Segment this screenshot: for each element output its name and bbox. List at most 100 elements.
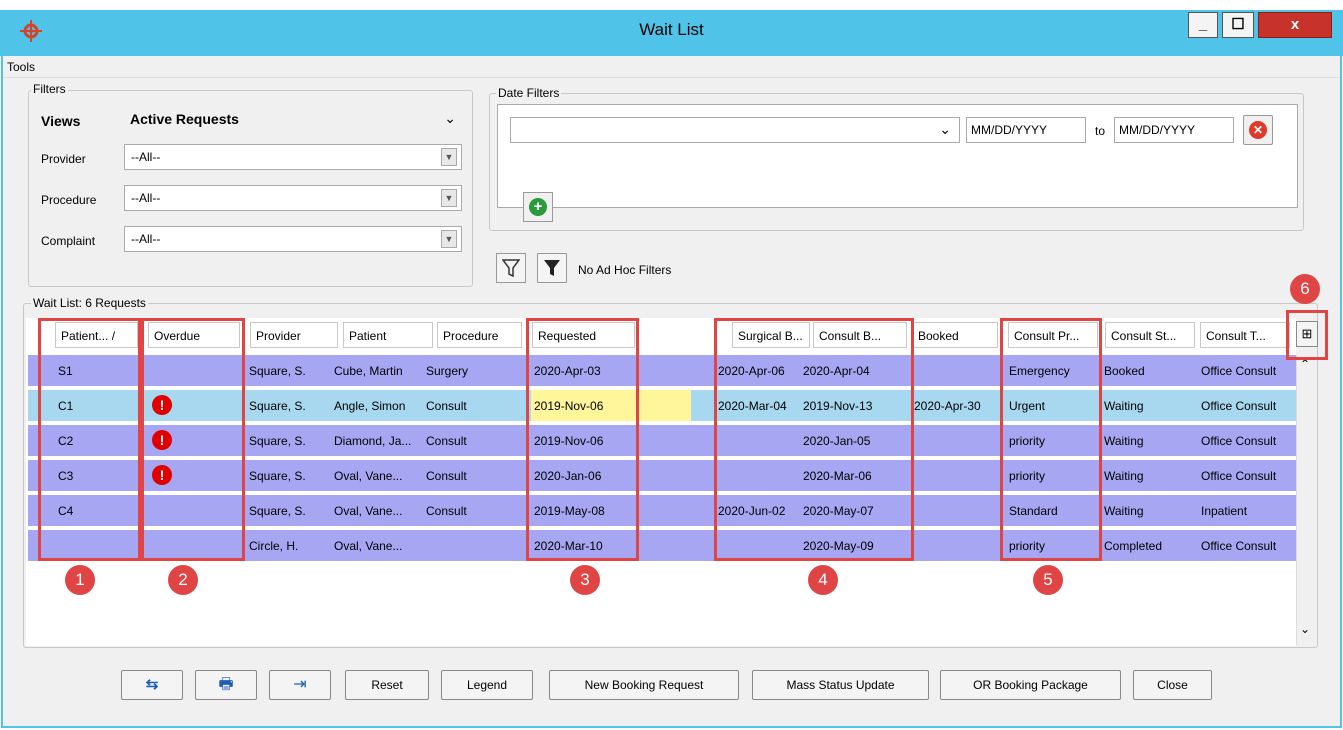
- menu-bar: [3, 56, 1340, 78]
- cell-patient: Oval, Vane...: [334, 504, 403, 518]
- column-header-procedure[interactable]: Procedure: [437, 322, 522, 348]
- cell-procedure: Consult: [426, 504, 467, 518]
- cell-booked: [911, 460, 1001, 491]
- new-booking-request-button[interactable]: New Booking Request: [549, 670, 739, 700]
- complaint-select[interactable]: --All-- ▼: [124, 226, 462, 252]
- waitlist-count-label: Wait List: 6 Requests: [31, 296, 148, 310]
- plus-icon: +: [529, 198, 547, 216]
- annotation-badge-1: 1: [65, 565, 95, 595]
- adhoc-filter-status: No Ad Hoc Filters: [578, 263, 672, 277]
- cell-provider: Square, S.: [249, 364, 306, 378]
- vertical-scrollbar[interactable]: [1296, 355, 1316, 645]
- cell-patient: Oval, Vane...: [334, 469, 403, 483]
- cell-provider: Circle, H.: [249, 539, 299, 553]
- window-title: Wait List: [639, 20, 704, 39]
- annotation-box-6: [1286, 310, 1328, 360]
- maximize-button[interactable]: ☐: [1222, 12, 1254, 38]
- cell-consult-type: Office Consult: [1201, 364, 1277, 378]
- export-button[interactable]: ⇥: [269, 670, 331, 700]
- close-window-button[interactable]: x: [1258, 12, 1332, 38]
- legend-button[interactable]: Legend: [441, 670, 533, 700]
- cell-consult-status: Waiting: [1104, 469, 1144, 483]
- chevron-down-icon: ⌄: [939, 121, 951, 137]
- cell-booked: [911, 530, 1001, 561]
- cell-consult-type: Office Consult: [1201, 434, 1277, 448]
- date-to-label: to: [1095, 124, 1106, 138]
- column-header-patient[interactable]: Patient: [343, 322, 433, 348]
- date-range-select[interactable]: ⌄: [510, 117, 960, 143]
- annotation-badge-2: 2: [168, 565, 198, 595]
- cell-consult-type: Office Consult: [1201, 539, 1277, 553]
- complaint-select-value: --All--: [131, 232, 161, 246]
- cell-consult-status: Waiting: [1104, 504, 1144, 518]
- dropdown-arrow-icon: ▼: [441, 148, 457, 166]
- column-header-consult-type[interactable]: Consult T...: [1200, 322, 1290, 348]
- annotation-box-1: [38, 318, 141, 561]
- annotation-badge-4: 4: [808, 565, 838, 595]
- clear-date-button[interactable]: ✕: [1243, 115, 1273, 145]
- cell-consult-type: Office Consult: [1201, 469, 1277, 483]
- cell-provider: Square, S.: [249, 469, 306, 483]
- column-header-booked[interactable]: Booked: [912, 322, 998, 348]
- cell-procedure: Consult: [426, 399, 467, 413]
- filter-solid-button[interactable]: [537, 253, 567, 283]
- filter-solid-icon: [544, 260, 560, 276]
- clear-x-icon: ✕: [1249, 121, 1267, 139]
- dropdown-arrow-icon: ▼: [441, 230, 457, 248]
- add-date-filter-button[interactable]: +: [523, 192, 553, 222]
- procedure-select-value: --All--: [131, 191, 161, 205]
- export-icon: ⇥: [293, 676, 307, 693]
- menu-tools[interactable]: Tools: [7, 60, 35, 74]
- cell-consult-status: Completed: [1104, 539, 1163, 553]
- date-filters-group-label: Date Filters: [496, 86, 562, 100]
- cell-procedure: Surgery: [426, 364, 469, 378]
- cell-provider: Square, S.: [249, 434, 306, 448]
- views-select-value: Active Requests: [130, 111, 239, 127]
- date-from-field[interactable]: MM/DD/YYYY: [966, 117, 1086, 143]
- cell-patient: Angle, Simon: [334, 399, 406, 413]
- cell-provider: Square, S.: [249, 399, 306, 413]
- reset-button[interactable]: Reset: [345, 670, 429, 700]
- column-header-consult-status[interactable]: Consult St...: [1105, 322, 1195, 348]
- provider-select[interactable]: --All-- ▼: [124, 144, 462, 170]
- cell-provider: Square, S.: [249, 504, 306, 518]
- annotation-badge-3: 3: [570, 565, 600, 595]
- printer-icon: 🖶: [218, 676, 234, 693]
- procedure-label: Procedure: [41, 193, 97, 207]
- cell-booked: 2020-Apr-30: [914, 399, 981, 413]
- mass-status-update-button[interactable]: Mass Status Update: [752, 670, 929, 700]
- complaint-label: Complaint: [41, 234, 96, 248]
- filter-outline-icon: [501, 259, 521, 278]
- cell-consult-status: Waiting: [1104, 399, 1144, 413]
- cell-procedure: Consult: [426, 469, 467, 483]
- filters-group-label: Filters: [31, 82, 68, 96]
- annotation-box-4: [714, 318, 914, 561]
- close-button[interactable]: Close: [1133, 670, 1212, 700]
- views-label: Views: [41, 113, 81, 129]
- cell-booked: [911, 355, 1001, 386]
- cell-consult-status: Booked: [1104, 364, 1145, 378]
- views-select[interactable]: Active Requests ⌄: [124, 106, 464, 132]
- cell-procedure: [423, 530, 523, 561]
- or-booking-package-button[interactable]: OR Booking Package: [940, 670, 1121, 700]
- cell-consult-type: Inpatient: [1201, 504, 1248, 518]
- filter-outline-button[interactable]: [496, 253, 526, 283]
- print-button[interactable]: 🖶: [195, 670, 257, 700]
- date-to-field[interactable]: MM/DD/YYYY: [1114, 117, 1234, 143]
- procedure-select[interactable]: --All-- ▼: [124, 185, 462, 211]
- cell-patient: Oval, Vane...: [334, 539, 403, 553]
- dropdown-arrow-icon: ▼: [441, 189, 457, 207]
- refresh-icon: ⇆: [145, 676, 159, 693]
- minimize-button[interactable]: _: [1188, 12, 1218, 38]
- cell-booked: [911, 495, 1001, 526]
- cell-procedure: Consult: [426, 434, 467, 448]
- cell-patient: Cube, Martin: [334, 364, 403, 378]
- refresh-button[interactable]: ⇆: [121, 670, 183, 700]
- chevron-down-icon: ⌄: [444, 110, 456, 126]
- cell-consult-status: Waiting: [1104, 434, 1144, 448]
- annotation-box-2: [141, 318, 245, 561]
- provider-select-value: --All--: [131, 150, 161, 164]
- scroll-down-icon[interactable]: ⌄: [1300, 622, 1310, 636]
- provider-label: Provider: [41, 152, 86, 166]
- column-header-provider[interactable]: Provider: [250, 322, 338, 348]
